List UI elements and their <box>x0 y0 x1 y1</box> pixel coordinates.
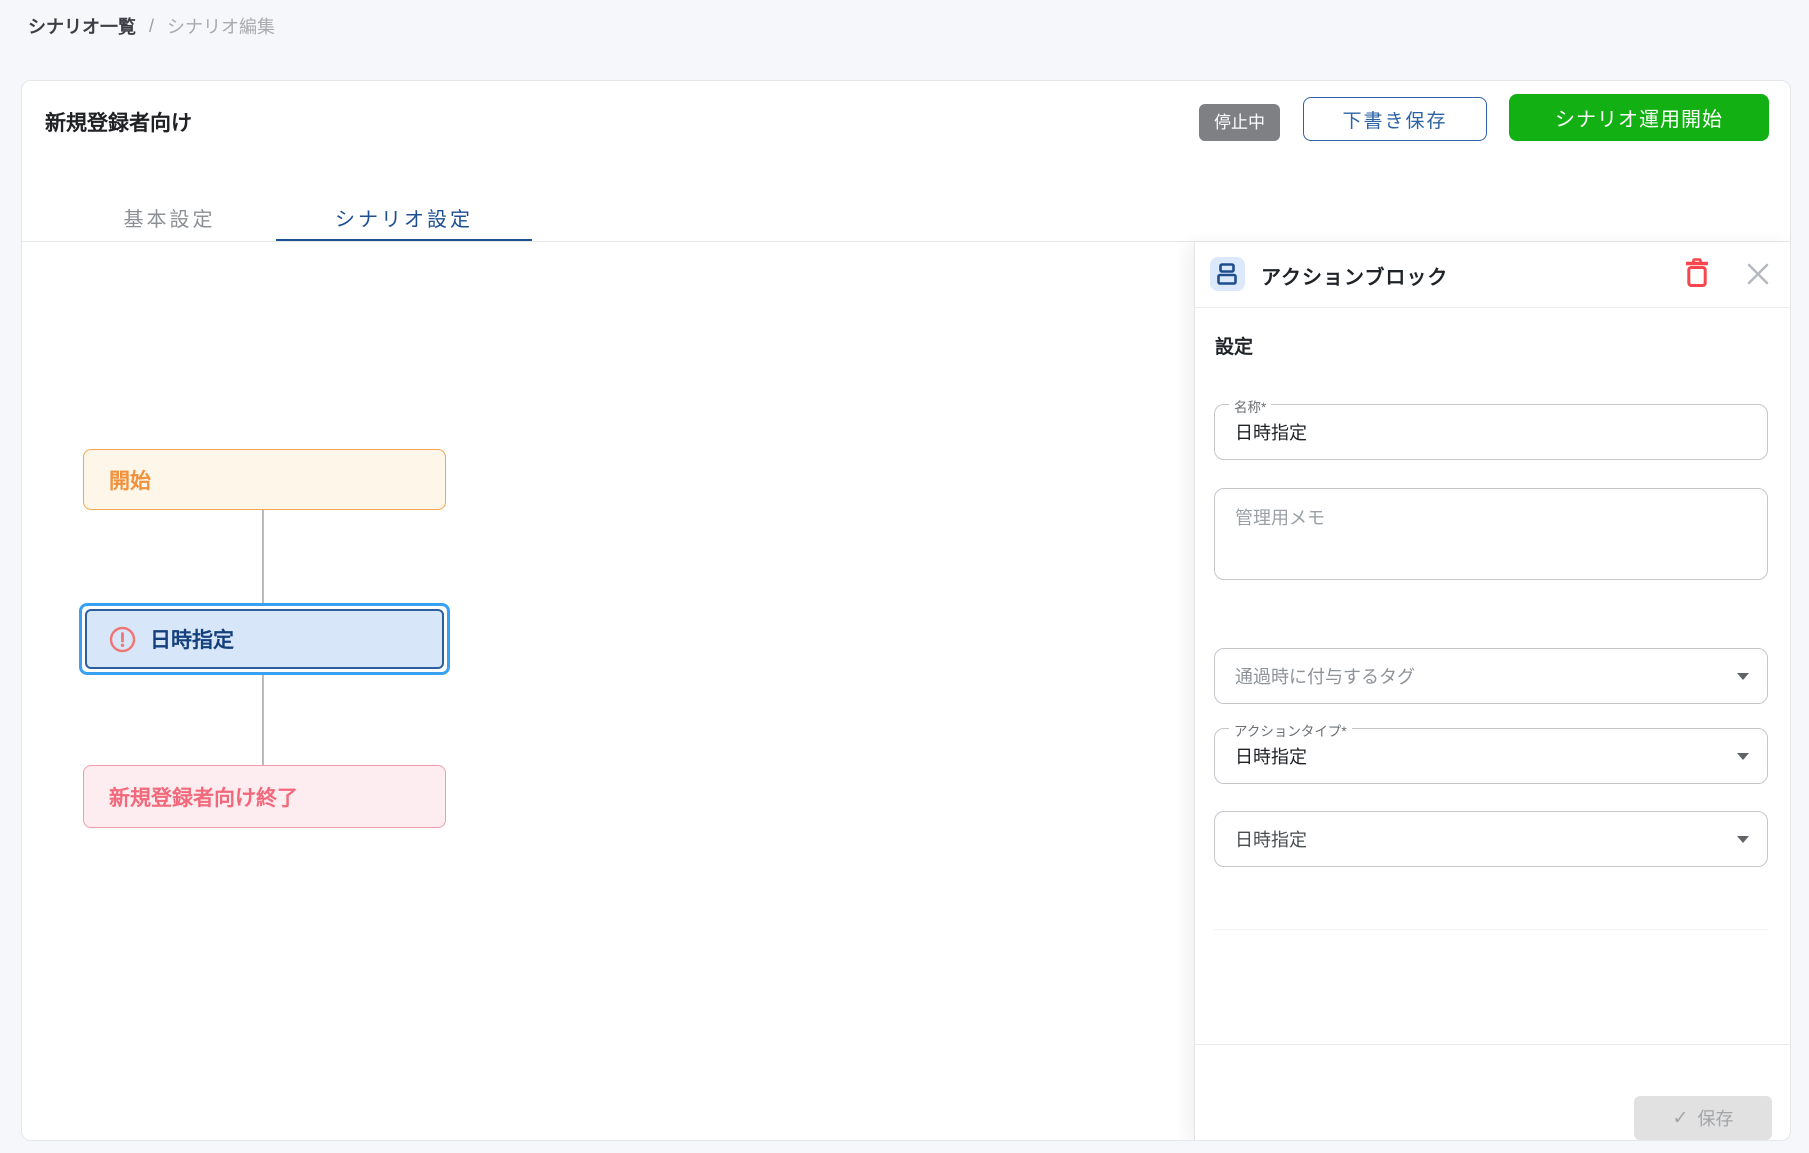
flow-canvas[interactable]: 開始 日時指定 新規登録者向け終了 <box>22 242 1194 1141</box>
flow-node-label: 日時指定 <box>150 624 234 654</box>
close-icon <box>1746 274 1770 289</box>
editor-card: 新規登録者向け 停止中 下書き保存 シナリオ運用開始 基本設定 シナリオ設定 開… <box>21 80 1791 1141</box>
flow-connector <box>262 675 264 765</box>
breadcrumb-scenario-list[interactable]: シナリオ一覧 <box>28 13 136 39</box>
warning-icon <box>109 626 136 653</box>
action-type-label: アクションタイプ* <box>1229 720 1352 740</box>
tag-select-placeholder: 通過時に付与するタグ <box>1235 663 1415 689</box>
delete-block-button[interactable] <box>1683 258 1711 290</box>
name-field-wrapper: 名称* <box>1214 404 1768 460</box>
tab-basic-settings[interactable]: 基本設定 <box>82 193 257 241</box>
block-icon <box>1210 257 1245 291</box>
chevron-down-icon <box>1737 836 1749 843</box>
flow-node-datetime-selected[interactable]: 日時指定 <box>79 603 450 675</box>
start-scenario-button[interactable]: シナリオ運用開始 <box>1509 94 1769 141</box>
close-panel-button[interactable] <box>1745 262 1771 288</box>
save-button-label: 保存 <box>1697 1105 1733 1131</box>
chevron-down-icon <box>1737 753 1749 760</box>
page-title: 新規登録者向け <box>45 107 192 137</box>
memo-field-wrapper <box>1214 488 1768 580</box>
check-icon: ✓ <box>1673 1107 1689 1130</box>
settings-heading: 設定 <box>1215 332 1253 359</box>
name-input[interactable] <box>1215 405 1767 459</box>
panel-footer-divider <box>1195 1044 1791 1045</box>
save-draft-button[interactable]: 下書き保存 <box>1303 97 1487 141</box>
tab-scenario-settings[interactable]: シナリオ設定 <box>276 193 532 241</box>
flow-node-end[interactable]: 新規登録者向け終了 <box>83 765 446 828</box>
flow-node-start[interactable]: 開始 <box>83 449 446 510</box>
memo-textarea[interactable] <box>1215 489 1767 579</box>
breadcrumb: シナリオ一覧 / シナリオ編集 <box>28 13 275 39</box>
datetime-select-value: 日時指定 <box>1235 826 1307 852</box>
chevron-down-icon <box>1737 673 1749 680</box>
flow-connector <box>262 510 264 603</box>
action-type-value: 日時指定 <box>1235 743 1307 769</box>
tag-select[interactable]: 通過時に付与するタグ <box>1214 648 1768 704</box>
name-field-label: 名称* <box>1229 396 1271 416</box>
scenario-editor-page: シナリオ一覧 / シナリオ編集 新規登録者向け 停止中 下書き保存 シナリオ運用… <box>0 0 1809 1153</box>
datetime-select[interactable]: 日時指定 <box>1214 811 1768 867</box>
trash-icon <box>1684 276 1710 291</box>
panel-header: アクションブロック <box>1195 242 1791 308</box>
breadcrumb-scenario-edit: シナリオ編集 <box>167 13 275 39</box>
breadcrumb-separator: / <box>149 16 154 37</box>
action-type-select[interactable]: アクションタイプ* 日時指定 <box>1214 728 1768 784</box>
flow-node-datetime-inner: 日時指定 <box>85 609 444 669</box>
panel-inner-divider <box>1214 929 1768 930</box>
save-button[interactable]: ✓ 保存 <box>1634 1096 1772 1140</box>
status-badge: 停止中 <box>1199 104 1280 141</box>
panel-title: アクションブロック <box>1261 242 1448 308</box>
action-block-panel: アクションブロック <box>1194 242 1791 1141</box>
